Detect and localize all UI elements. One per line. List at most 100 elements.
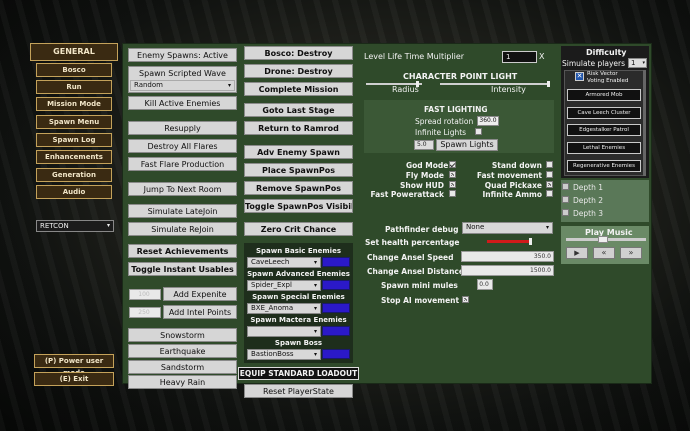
risk-vector-scrollbar[interactable] (643, 70, 646, 176)
remove-spawnpos-button[interactable]: Remove SpawnPos (244, 181, 353, 195)
equip-standard-loadout-button[interactable]: EQUIP STANDARD LOADOUT (238, 367, 359, 380)
option-lethal-enemies[interactable]: Lethal Enemies (567, 142, 641, 154)
ansel-speed-input[interactable]: 350.0 (461, 251, 554, 262)
simulate-latejoin-button[interactable]: Simulate LateJoin (128, 204, 237, 218)
option-regenerative-enemies[interactable]: Regenerative Enemies (567, 160, 641, 172)
complete-mission-button[interactable]: Complete Mission (244, 82, 353, 96)
previous-track-icon[interactable]: « (593, 247, 615, 259)
spawn-lights-button[interactable]: Spawn Lights (436, 139, 498, 151)
retcon-dropdown[interactable]: RETCON ▾ (36, 220, 114, 232)
ansel-distance-input[interactable]: 1500.0 (461, 265, 554, 276)
spawn-advanced-button[interactable] (322, 280, 350, 290)
return-to-ramrod-button[interactable]: Return to Ramrod (244, 121, 353, 135)
zero-crit-chance-button[interactable]: Zero Crit Chance (244, 222, 353, 236)
intel-points-input[interactable]: 250 (129, 307, 161, 318)
intensity-slider-handle[interactable] (547, 81, 550, 87)
depth-2-checkbox[interactable] (562, 196, 569, 203)
place-spawnpos-button[interactable]: Place SpawnPos (244, 163, 353, 177)
quad-pickaxe-checkbox[interactable] (546, 181, 553, 188)
health-slider-handle[interactable] (529, 238, 532, 245)
stand-down-checkbox[interactable] (546, 161, 553, 168)
infinite-lights-checkbox[interactable] (475, 128, 482, 135)
nav-run[interactable]: Run (36, 80, 112, 94)
expenite-amount-input[interactable]: 100 (129, 289, 161, 300)
depth-2-label: Depth 2 (573, 196, 603, 205)
depth-3-checkbox[interactable] (562, 209, 569, 216)
toggle-instant-usables-button[interactable]: Toggle Instant Usables (128, 262, 237, 276)
spread-rotation-input[interactable]: 360.0 (477, 116, 499, 126)
depth-1-checkbox[interactable] (562, 183, 569, 190)
play-icon[interactable]: ▶ (566, 247, 588, 259)
kill-active-enemies-button[interactable]: Kill Active Enemies (128, 96, 237, 110)
next-track-icon[interactable]: » (620, 247, 642, 259)
reset-achievements-button[interactable]: Reset Achievements (128, 244, 237, 258)
infinite-ammo-checkbox[interactable] (546, 190, 553, 197)
simulate-players-value: 1 (631, 59, 636, 67)
show-hud-label: Show HUD (399, 181, 444, 190)
jump-next-room-button[interactable]: Jump To Next Room (128, 182, 237, 196)
spawn-boss-dropdown[interactable]: BastionBoss ▾ (247, 349, 321, 360)
spawn-advanced-dropdown[interactable]: Spider_Expl ▾ (247, 280, 321, 291)
resupply-button[interactable]: Resupply (128, 121, 237, 135)
nav-mission-mode[interactable]: Mission Mode (36, 97, 112, 111)
spawn-mactera-dropdown[interactable]: ▾ (247, 326, 321, 337)
nav-audio[interactable]: Audio (36, 185, 112, 199)
spawn-basic-dropdown[interactable]: CaveLeech ▾ (247, 257, 321, 268)
sandstorm-button[interactable]: Sandstorm (128, 360, 237, 374)
earthquake-button[interactable]: Earthquake (128, 344, 237, 358)
spawn-special-dropdown[interactable]: BXE_Anoma ▾ (247, 303, 321, 314)
toggle-spawnpos-visibility-button[interactable]: Toggle SpawnPos Visibility (244, 199, 353, 213)
pathfinder-debug-label: Pathfinder debug (385, 225, 459, 234)
reset-playerstate-button[interactable]: Reset PlayerState (244, 384, 353, 398)
exit-button[interactable]: (E) Exit (34, 372, 114, 386)
heavy-rain-button[interactable]: Heavy Rain (128, 375, 237, 389)
goto-last-stage-button[interactable]: Goto Last Stage (244, 103, 353, 117)
option-edgestalker-patrol[interactable]: Edgestalker Patrol (567, 124, 641, 136)
simulate-rejoin-button[interactable]: Simulate ReJoin (128, 222, 237, 236)
destroy-all-flares-button[interactable]: Destroy All Flares (128, 139, 237, 153)
bosco-destroy-button[interactable]: Bosco: Destroy (244, 46, 353, 60)
snowstorm-button[interactable]: Snowstorm (128, 328, 237, 342)
add-intel-points-button[interactable]: Add Intel Points (163, 305, 237, 319)
music-volume-handle[interactable] (598, 236, 608, 243)
spawn-mactera-button[interactable] (322, 326, 350, 336)
spawn-special-button[interactable] (322, 303, 350, 313)
drone-destroy-button[interactable]: Drone: Destroy (244, 64, 353, 78)
nav-spawn-menu[interactable]: Spawn Menu (36, 115, 112, 129)
risk-vector-label: Risk Vector (587, 71, 618, 77)
fast-powerattack-checkbox[interactable] (449, 190, 456, 197)
power-user-button[interactable]: (P) Power user mode (34, 354, 114, 377)
level-life-time-input[interactable]: 1 (502, 51, 537, 63)
option-cave-leech-cluster[interactable]: Cave Leech Cluster (567, 107, 641, 119)
stop-ai-movement-label: Stop AI movement (381, 296, 460, 305)
stop-ai-movement-checkbox[interactable] (462, 296, 469, 303)
spawn-advanced-label: Spawn Advanced Enemies (247, 270, 350, 278)
simulate-players-dropdown[interactable]: 1 ▾ (628, 58, 647, 68)
add-expenite-button[interactable]: Add Expenite (163, 287, 237, 301)
spawn-boss-button[interactable] (322, 349, 350, 359)
risk-vector-checkbox[interactable]: ✕ (575, 72, 584, 81)
spawn-basic-button[interactable] (322, 257, 350, 267)
wave-select-dropdown[interactable]: Random ▾ (130, 80, 235, 91)
pathfinder-debug-dropdown[interactable]: None ▾ (462, 222, 553, 234)
adv-enemy-spawn-button[interactable]: Adv Enemy Spawn (244, 145, 353, 159)
spawn-lights-count-dropdown[interactable]: 5.0 (414, 140, 434, 150)
health-slider[interactable] (487, 240, 531, 243)
fast-flare-production-button[interactable]: Fast Flare Production (128, 157, 237, 171)
set-health-percentage-label: Set health percentage (365, 238, 460, 247)
option-armored-mob[interactable]: Armored Mob (567, 89, 641, 101)
change-ansel-speed-label: Change Ansel Speed (367, 253, 454, 262)
fast-movement-checkbox[interactable] (546, 171, 553, 178)
enemy-spawns-toggle[interactable]: Enemy Spawns: Active (128, 48, 237, 62)
nav-bosco[interactable]: Bosco (36, 63, 112, 77)
god-mode-checkbox[interactable] (449, 161, 456, 168)
fly-mode-checkbox[interactable] (449, 171, 456, 178)
nav-spawn-log[interactable]: Spawn Log (36, 133, 112, 147)
infinite-ammo-label: Infinite Ammo (482, 190, 542, 199)
mini-mules-input[interactable]: 0.0 (477, 279, 493, 290)
infinite-lights-label: Infinite Lights (415, 128, 467, 137)
nav-generation[interactable]: Generation (36, 168, 112, 182)
nav-enhancements[interactable]: Enhancements (36, 150, 112, 164)
show-hud-checkbox[interactable] (449, 181, 456, 188)
nav-general[interactable]: GENERAL (30, 43, 118, 61)
